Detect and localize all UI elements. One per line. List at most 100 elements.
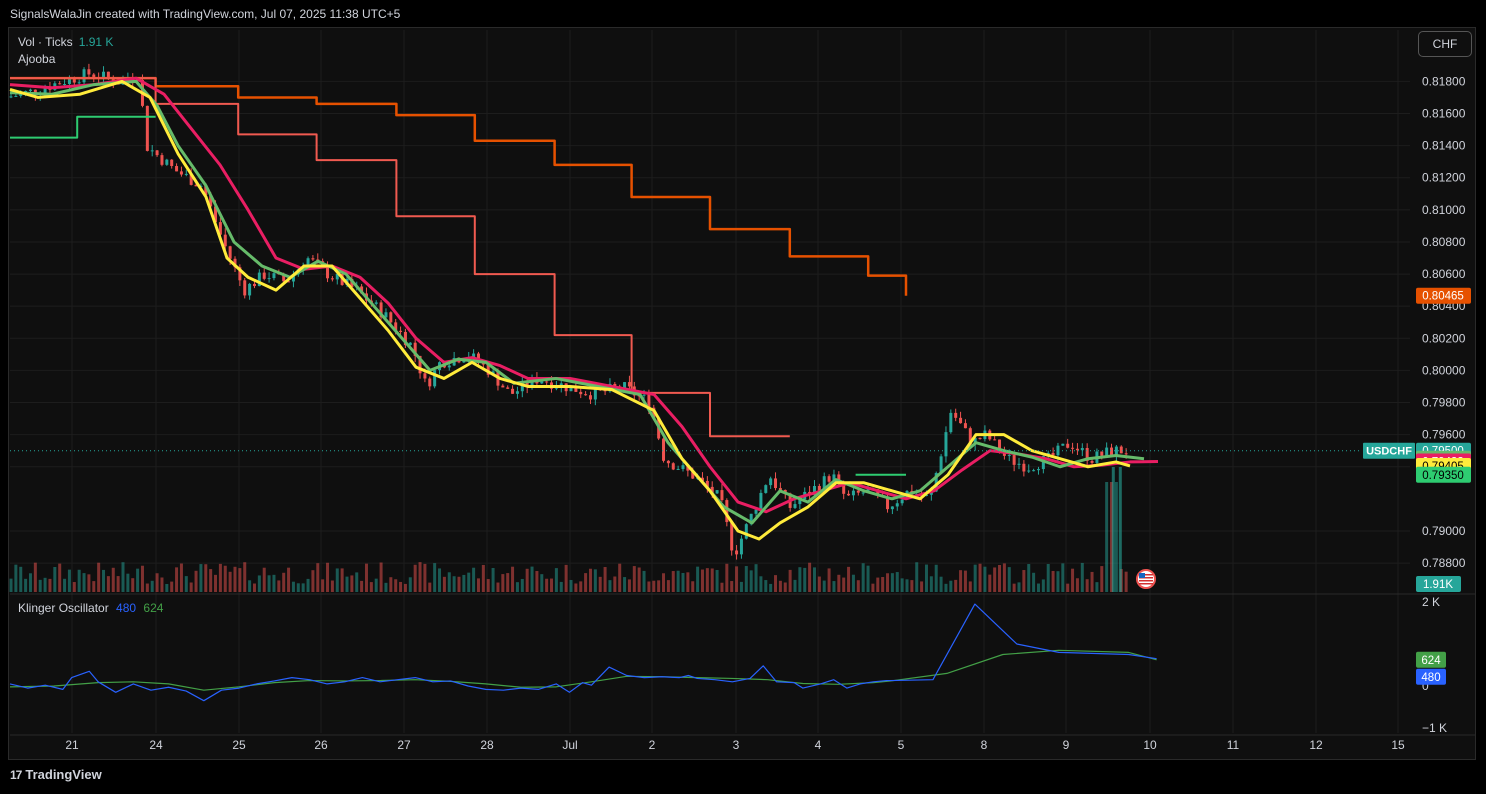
volume-bar bbox=[165, 583, 169, 592]
candle-body bbox=[165, 159, 169, 165]
volume-bar bbox=[808, 562, 812, 592]
us-flag-event-icon bbox=[1139, 580, 1153, 582]
volume-bar bbox=[662, 573, 666, 592]
volume-bar bbox=[515, 582, 519, 592]
volume-bar bbox=[959, 570, 963, 592]
candle-body bbox=[389, 312, 393, 323]
volume-bar bbox=[973, 564, 977, 592]
volume-bar bbox=[428, 582, 432, 592]
volume-label: 1.91K bbox=[1423, 579, 1453, 591]
candle-body bbox=[944, 432, 948, 457]
volume-bar bbox=[272, 574, 276, 592]
volume-bar bbox=[194, 570, 198, 592]
volume-bar bbox=[574, 583, 578, 592]
tradingview-brand: 17 TradingView bbox=[10, 767, 102, 782]
volume-bar bbox=[360, 580, 364, 592]
volume-bar bbox=[720, 582, 724, 592]
candle-body bbox=[1105, 447, 1109, 456]
volume-bar bbox=[77, 569, 81, 592]
volume-bar bbox=[647, 581, 651, 592]
x-tick-label: 15 bbox=[1391, 738, 1405, 752]
volume-bar bbox=[545, 578, 549, 592]
volume-bar bbox=[330, 580, 334, 592]
volume-bar bbox=[408, 577, 412, 592]
candle-body bbox=[827, 476, 831, 482]
candle-body bbox=[311, 258, 315, 260]
candle-body bbox=[1022, 463, 1026, 472]
volume-bar bbox=[38, 579, 42, 592]
candle-body bbox=[1090, 460, 1094, 463]
volume-bar bbox=[87, 574, 91, 592]
volume-bar bbox=[730, 581, 734, 592]
volume-bar bbox=[754, 564, 758, 592]
volume-bar bbox=[140, 565, 144, 592]
volume-bar bbox=[24, 578, 28, 592]
volume-bar bbox=[145, 583, 149, 592]
candle-body bbox=[847, 493, 851, 496]
volume-bar bbox=[228, 571, 232, 592]
x-tick-label: 3 bbox=[733, 738, 740, 752]
volume-bar bbox=[764, 580, 768, 592]
volume-bar bbox=[82, 573, 86, 592]
volume-bar bbox=[72, 582, 76, 592]
currency-button[interactable]: CHF bbox=[1418, 31, 1472, 57]
volume-bar bbox=[102, 569, 106, 592]
candle-body bbox=[1100, 451, 1104, 456]
volume-bar bbox=[403, 583, 407, 592]
volume-bar bbox=[822, 580, 826, 592]
volume-bar bbox=[476, 578, 480, 592]
volume-bar bbox=[696, 566, 700, 592]
volume-bar bbox=[1002, 563, 1006, 592]
y-tick-label: 0.79600 bbox=[1422, 428, 1466, 442]
candle-body bbox=[662, 438, 666, 461]
candle-body bbox=[769, 478, 773, 486]
candle-body bbox=[170, 159, 174, 167]
volume-legend-label: Vol · Ticks bbox=[18, 35, 73, 49]
volume-bar bbox=[847, 566, 851, 592]
volume-bar bbox=[817, 576, 821, 592]
volume-bar bbox=[554, 568, 558, 592]
volume-bar bbox=[739, 581, 743, 592]
volume-bar bbox=[1118, 467, 1122, 592]
price-chart[interactable]: 0.81800 0.81600 0.81400 0.81200 0.81000 0.808… bbox=[0, 0, 1486, 794]
volume-bar bbox=[1095, 582, 1099, 592]
volume-bar bbox=[671, 571, 675, 592]
volume-bar bbox=[559, 581, 563, 592]
volume-bar bbox=[705, 568, 709, 592]
candle-body bbox=[681, 465, 685, 469]
candle-body bbox=[890, 506, 894, 510]
volume-bar bbox=[652, 580, 656, 592]
volume-bar bbox=[462, 574, 466, 592]
volume-bar bbox=[1080, 562, 1084, 592]
volume-bar bbox=[783, 582, 787, 592]
klinger-value-label: 480 bbox=[1421, 672, 1440, 684]
volume-bar bbox=[92, 581, 96, 592]
klinger-legend-value-1: 480 bbox=[116, 601, 137, 615]
volume-bar bbox=[1022, 570, 1026, 592]
volume-bar bbox=[350, 575, 354, 592]
volume-bar bbox=[438, 568, 442, 592]
volume-legend: Vol · Ticks 1.91 K bbox=[18, 35, 113, 49]
volume-bar bbox=[924, 564, 928, 592]
klinger-legend: Klinger Oscillator 480 624 bbox=[18, 601, 163, 615]
x-tick-label: 26 bbox=[314, 738, 328, 752]
candle-body bbox=[14, 95, 18, 97]
volume-bar bbox=[744, 566, 748, 592]
volume-bar bbox=[798, 567, 802, 592]
candle-body bbox=[262, 272, 266, 279]
volume-bar bbox=[287, 567, 291, 592]
volume-legend-value: 1.91 K bbox=[78, 35, 114, 49]
green-step-line bbox=[10, 115, 156, 139]
volume-bar bbox=[968, 581, 972, 592]
volume-bar bbox=[540, 574, 544, 592]
candle-body bbox=[545, 381, 549, 383]
y-tick-label: 0.81600 bbox=[1422, 106, 1466, 120]
volume-bar bbox=[949, 580, 953, 592]
volume-bar bbox=[637, 567, 641, 592]
volume-bar bbox=[291, 581, 295, 592]
x-tick-label: 28 bbox=[480, 738, 494, 752]
candle-body bbox=[715, 490, 719, 494]
volume-bar bbox=[467, 572, 471, 592]
volume-bar bbox=[686, 572, 690, 592]
candle-body bbox=[593, 388, 597, 400]
